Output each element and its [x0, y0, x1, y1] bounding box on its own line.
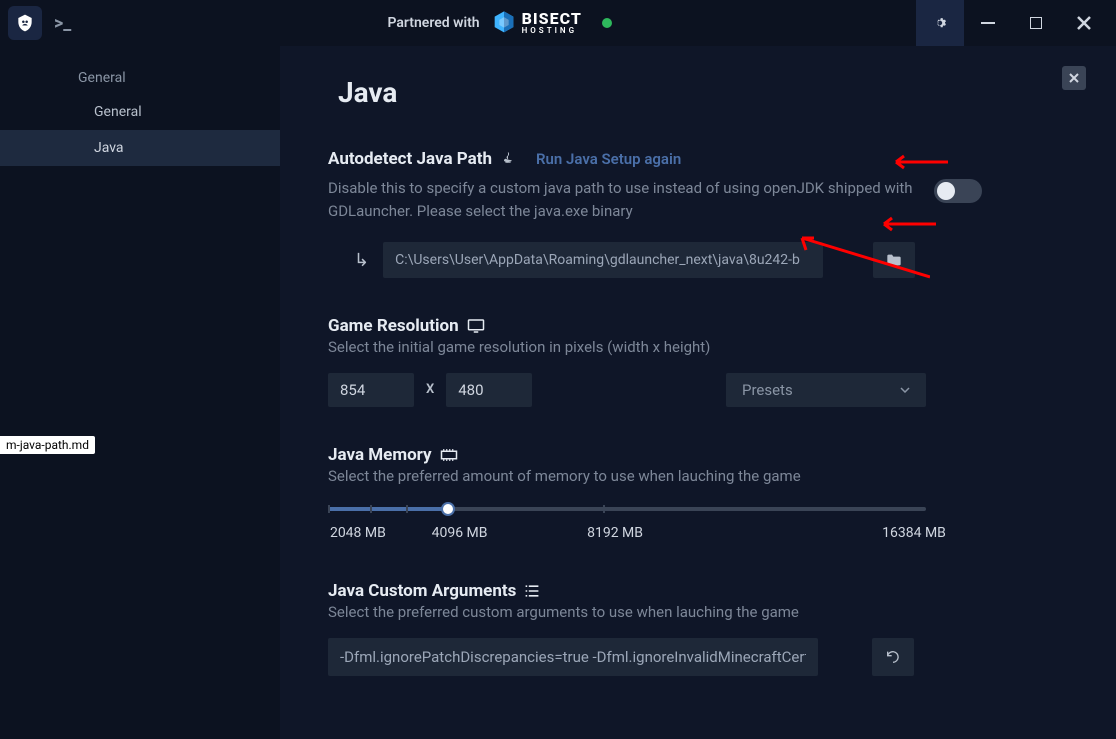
section-args: Java Custom Arguments Select the preferr… [328, 581, 1076, 676]
status-dot-icon [602, 18, 612, 28]
section-autodetect: Autodetect Java Path Run Java Setup agai… [328, 149, 1076, 278]
gear-icon [932, 15, 948, 31]
args-title: Java Custom Arguments [328, 581, 1076, 601]
slider-label-2048: 2048 MB [330, 525, 386, 541]
close-window-button[interactable] [1060, 0, 1108, 46]
run-java-setup-link[interactable]: Run Java Setup again [536, 150, 681, 168]
monkey-icon [15, 13, 35, 33]
minimize-icon [981, 22, 995, 24]
sidebar-item-general[interactable]: General [0, 94, 280, 130]
memory-title: Java Memory [328, 445, 1076, 465]
undo-icon [885, 649, 901, 665]
partnered-label: Partnered with [387, 15, 479, 31]
sidebar: General General Java [0, 46, 280, 739]
window-controls [916, 0, 1108, 46]
autodetect-title: Autodetect Java Path [328, 149, 516, 169]
height-input[interactable] [446, 373, 532, 407]
slider-label-8192: 8192 MB [587, 525, 643, 541]
cube-icon [490, 9, 518, 37]
section-memory: Java Memory Select the preferred amount … [328, 445, 1076, 526]
browse-folder-button[interactable] [873, 242, 915, 278]
brand-name-bot: HOSTING [522, 27, 582, 35]
reset-args-button[interactable] [872, 638, 914, 676]
java-icon [500, 151, 516, 167]
partnered-banner: Partnered with BISECT HOSTING [83, 9, 916, 37]
monitor-icon [467, 318, 485, 334]
terminal-icon[interactable]: >_ [54, 13, 71, 34]
memory-slider[interactable]: 2048 MB 4096 MB 8192 MB 16384 MB [328, 507, 926, 525]
presets-dropdown[interactable]: Presets [726, 373, 926, 407]
bisect-logo[interactable]: BISECT HOSTING [490, 9, 582, 37]
sidebar-section-general[interactable]: General [0, 62, 280, 94]
memory-icon [440, 448, 458, 462]
close-icon [1069, 73, 1079, 83]
file-tab[interactable]: m-java-path.md [0, 436, 95, 454]
args-input[interactable] [328, 638, 818, 676]
chevron-down-icon [900, 387, 910, 393]
folder-icon [886, 253, 902, 267]
main-panel: Java Autodetect Java Path Run Java Setup… [280, 46, 1116, 739]
titlebar: >_ Partnered with BISECT HOSTING [0, 0, 1116, 46]
section-resolution: Game Resolution Select the initial game … [328, 316, 1076, 407]
slider-label-4096: 4096 MB [432, 525, 488, 541]
page-title: Java [338, 76, 1076, 109]
close-icon [1077, 16, 1091, 30]
slider-label-16384: 16384 MB [882, 525, 946, 541]
sidebar-item-java[interactable]: Java [0, 130, 280, 166]
settings-button[interactable] [916, 0, 964, 46]
resolution-title: Game Resolution [328, 316, 1076, 336]
args-desc: Select the preferred custom arguments to… [328, 601, 918, 624]
subdirectory-arrow-icon: ↳ [354, 250, 369, 271]
maximize-button[interactable] [1012, 0, 1060, 46]
memory-desc: Select the preferred amount of memory to… [328, 465, 918, 488]
maximize-icon [1030, 17, 1042, 29]
resolution-desc: Select the initial game resolution in pi… [328, 336, 918, 359]
minimize-button[interactable] [964, 0, 1012, 46]
width-input[interactable] [328, 373, 414, 407]
java-path-input[interactable] [383, 242, 823, 278]
brand-name-top: BISECT [522, 11, 582, 27]
x-separator: X [426, 382, 434, 397]
autodetect-desc: Disable this to specify a custom java pa… [328, 177, 918, 222]
toggle-knob [937, 182, 955, 200]
autodetect-toggle[interactable] [934, 179, 982, 203]
list-icon [524, 584, 540, 598]
app-logo[interactable] [8, 6, 42, 40]
close-panel-button[interactable] [1062, 66, 1086, 90]
slider-handle[interactable] [441, 502, 455, 516]
